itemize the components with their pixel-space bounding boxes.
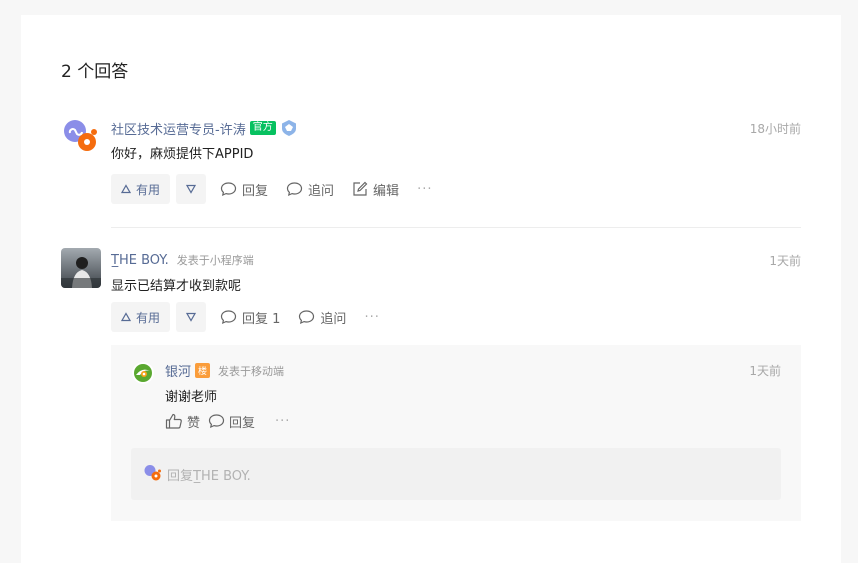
- official-badge: 官方: [249, 121, 276, 135]
- mini-program-logo-icon: [61, 118, 101, 158]
- user-photo-avatar: [61, 248, 101, 288]
- more-menu-button[interactable]: ···: [275, 414, 290, 429]
- like-button[interactable]: 赞: [165, 412, 200, 431]
- answer-time: 18小时前: [749, 122, 801, 136]
- reply-author-avatar[interactable]: [132, 362, 154, 384]
- edit-icon: [353, 181, 368, 196]
- reply-label: 回复: [229, 415, 256, 431]
- useful-label: 有用: [136, 182, 161, 197]
- answer-item: 社区技术运营专员-许涛 官方 18小时前 你好，麻烦提供下APPID 有用 回复…: [61, 118, 801, 218]
- answer-count-title: 2 个回答: [61, 62, 129, 82]
- reply-button[interactable]: 回复 1: [220, 308, 280, 327]
- answer-content: 显示已结算才收到款呢: [111, 279, 242, 294]
- mini-program-logo-icon: [144, 465, 161, 481]
- reply-author-name[interactable]: 银河: [165, 361, 191, 380]
- author-avatar[interactable]: [61, 118, 101, 158]
- useful-label: 有用: [136, 310, 161, 325]
- comment-bubble-icon: [208, 414, 225, 429]
- posted-from-label: 发表于小程序端: [176, 254, 254, 267]
- reply-label: 回复: [242, 183, 269, 199]
- like-label: 赞: [187, 415, 201, 431]
- triangle-down-icon: [186, 184, 197, 194]
- thumbs-up-icon: [165, 413, 182, 429]
- more-menu-button[interactable]: ···: [417, 182, 432, 197]
- author-row: 社区技术运营专员-许涛 官方: [111, 118, 298, 138]
- edit-button[interactable]: 编辑: [352, 180, 399, 199]
- level-shield-icon: [280, 119, 298, 137]
- author-avatar[interactable]: [61, 248, 101, 288]
- follow-up-label: 追问: [320, 311, 347, 327]
- answers-card: 2 个回答 社区技术运营专员-许涛 官方 18小时前 你好，麻烦提供下APPID: [21, 15, 841, 563]
- reply-thread: 银河 楼 发表于移动端 1天前 谢谢老师 赞 回复 ··· 回复T̲HE BOY…: [111, 345, 801, 521]
- triangle-down-icon: [186, 312, 197, 322]
- comment-bubble-icon: [299, 310, 315, 325]
- author-name[interactable]: T̲HE BOY.: [111, 253, 169, 268]
- reply-actions: 赞 回复 ···: [165, 411, 290, 431]
- comment-bubble-icon: [220, 310, 237, 325]
- useful-button[interactable]: 有用: [111, 174, 171, 204]
- author-name[interactable]: 社区技术运营专员-许涛: [111, 119, 246, 138]
- not-useful-button[interactable]: [176, 174, 207, 204]
- reply-input-field[interactable]: 回复T̲HE BOY.: [131, 448, 781, 500]
- author-row: T̲HE BOY. 发表于小程序端: [111, 250, 254, 270]
- comment-bubble-icon: [286, 182, 303, 197]
- not-useful-button[interactable]: [176, 302, 207, 332]
- posted-from-label: 发表于移动端: [218, 364, 285, 378]
- follow-up-label: 追问: [308, 183, 335, 199]
- floor-badge: 楼: [195, 363, 211, 378]
- galaxy-logo-icon: [132, 362, 154, 384]
- reply-button[interactable]: 回复: [220, 180, 268, 199]
- follow-up-button[interactable]: 追问: [298, 308, 346, 327]
- more-menu-button[interactable]: ···: [364, 310, 379, 325]
- answer-item: T̲HE BOY. 发表于小程序端 1天前 显示已结算才收到款呢 有用 回复 1…: [61, 248, 801, 332]
- reply-author-row: 银河 楼 发表于移动端: [165, 361, 284, 380]
- reply-time: 1天前: [749, 364, 781, 378]
- answer-content: 你好，麻烦提供下APPID: [111, 147, 254, 162]
- reply-button[interactable]: 回复: [208, 412, 255, 431]
- edit-label: 编辑: [373, 183, 400, 199]
- answer-time: 1天前: [769, 254, 801, 268]
- answer-divider: [111, 227, 801, 228]
- triangle-up-icon: [121, 312, 131, 322]
- reply-label: 回复 1: [242, 311, 281, 327]
- useful-button[interactable]: 有用: [111, 302, 171, 332]
- comment-bubble-icon: [220, 182, 237, 197]
- reply-input-placeholder: 回复T̲HE BOY.: [167, 468, 251, 484]
- follow-up-button[interactable]: 追问: [286, 180, 334, 199]
- answer-actions: 有用 回复 追问 编辑 ···: [111, 174, 432, 204]
- reply-content: 谢谢老师: [165, 390, 218, 405]
- answer-actions: 有用 回复 1 追问 ···: [111, 302, 380, 332]
- triangle-up-icon: [121, 184, 131, 194]
